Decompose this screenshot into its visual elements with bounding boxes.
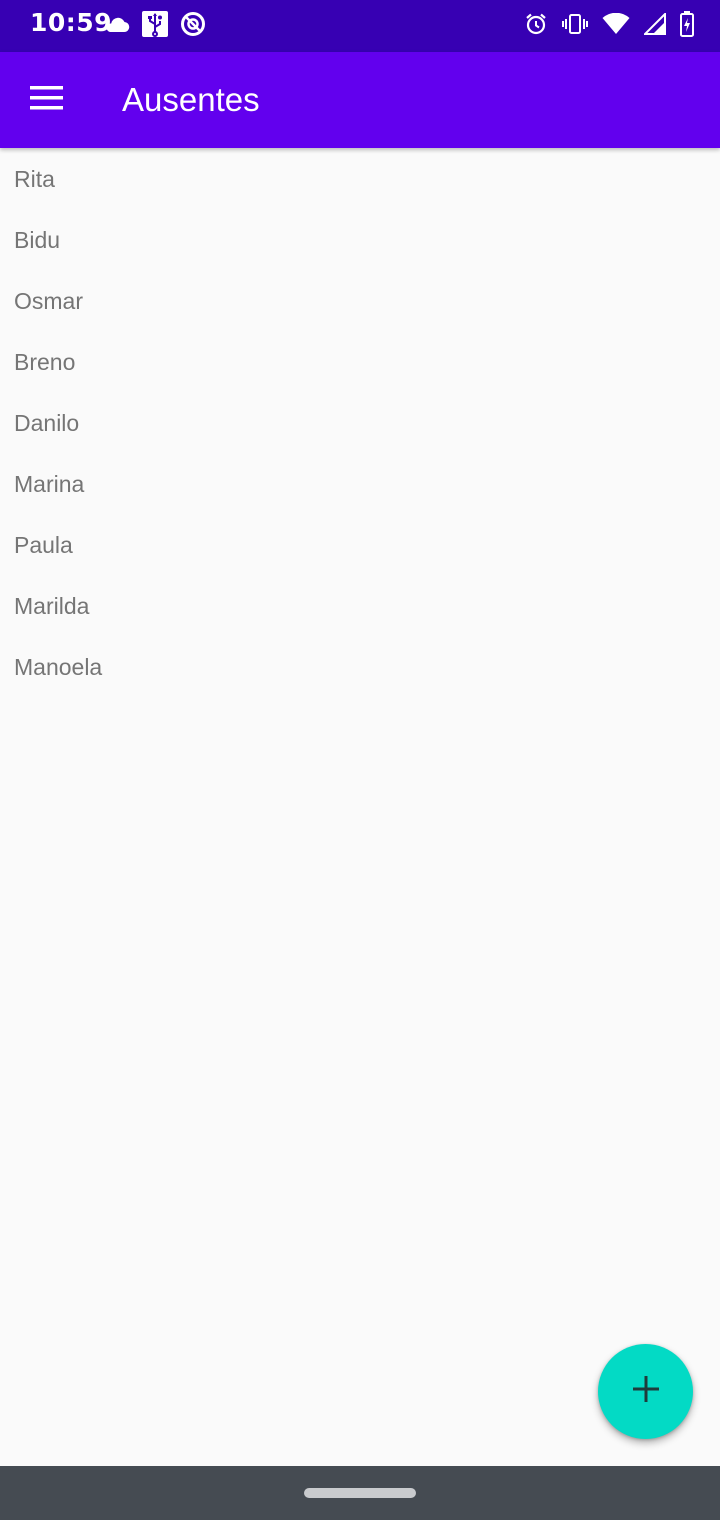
app-bar: Ausentes xyxy=(0,52,720,148)
list-item-label: Paula xyxy=(14,531,73,558)
list-item[interactable]: Bidu xyxy=(0,209,720,270)
list-item[interactable]: Osmar xyxy=(0,270,720,331)
status-right-icons xyxy=(524,10,694,38)
absent-list: Rita Bidu Osmar Breno Danilo Marina Paul… xyxy=(0,148,720,697)
home-handle[interactable] xyxy=(304,1488,416,1498)
list-item[interactable]: Marina xyxy=(0,453,720,514)
status-bar: 10:59 xyxy=(0,0,720,52)
list-item-label: Breno xyxy=(14,348,76,375)
add-button[interactable] xyxy=(598,1344,693,1439)
cloud-icon xyxy=(104,14,130,34)
list-item-label: Marina xyxy=(14,470,85,497)
list-item-label: Danilo xyxy=(14,409,80,436)
list-item[interactable]: Rita xyxy=(0,148,720,209)
menu-button[interactable] xyxy=(20,76,74,124)
list-item[interactable]: Paula xyxy=(0,514,720,575)
cellular-signal-icon xyxy=(644,13,666,35)
list-item-label: Bidu xyxy=(14,226,61,253)
wifi-icon xyxy=(602,13,630,35)
do-not-disturb-icon xyxy=(180,11,206,37)
screen: 10:59 Ausentes Rita Bidu Osmar Breno Dan… xyxy=(0,0,720,1520)
navigation-bar xyxy=(0,1466,720,1520)
list-item[interactable]: Manoela xyxy=(0,636,720,697)
list-item[interactable]: Marilda xyxy=(0,575,720,636)
status-left-icons xyxy=(104,10,206,38)
battery-charging-icon xyxy=(680,11,694,37)
status-time: 10:59 xyxy=(30,8,113,37)
usb-icon xyxy=(142,11,168,37)
alarm-icon xyxy=(524,12,548,36)
list-item-label: Rita xyxy=(14,165,55,192)
list-item-label: Osmar xyxy=(14,287,83,314)
vibrate-icon xyxy=(562,13,588,35)
list-item-label: Marilda xyxy=(14,592,90,619)
list-item[interactable]: Danilo xyxy=(0,392,720,453)
hamburger-menu-icon xyxy=(30,85,64,116)
list-item-label: Manoela xyxy=(14,653,103,680)
list-item[interactable]: Breno xyxy=(0,331,720,392)
plus-icon xyxy=(632,1375,660,1408)
page-title: Ausentes xyxy=(122,81,260,118)
